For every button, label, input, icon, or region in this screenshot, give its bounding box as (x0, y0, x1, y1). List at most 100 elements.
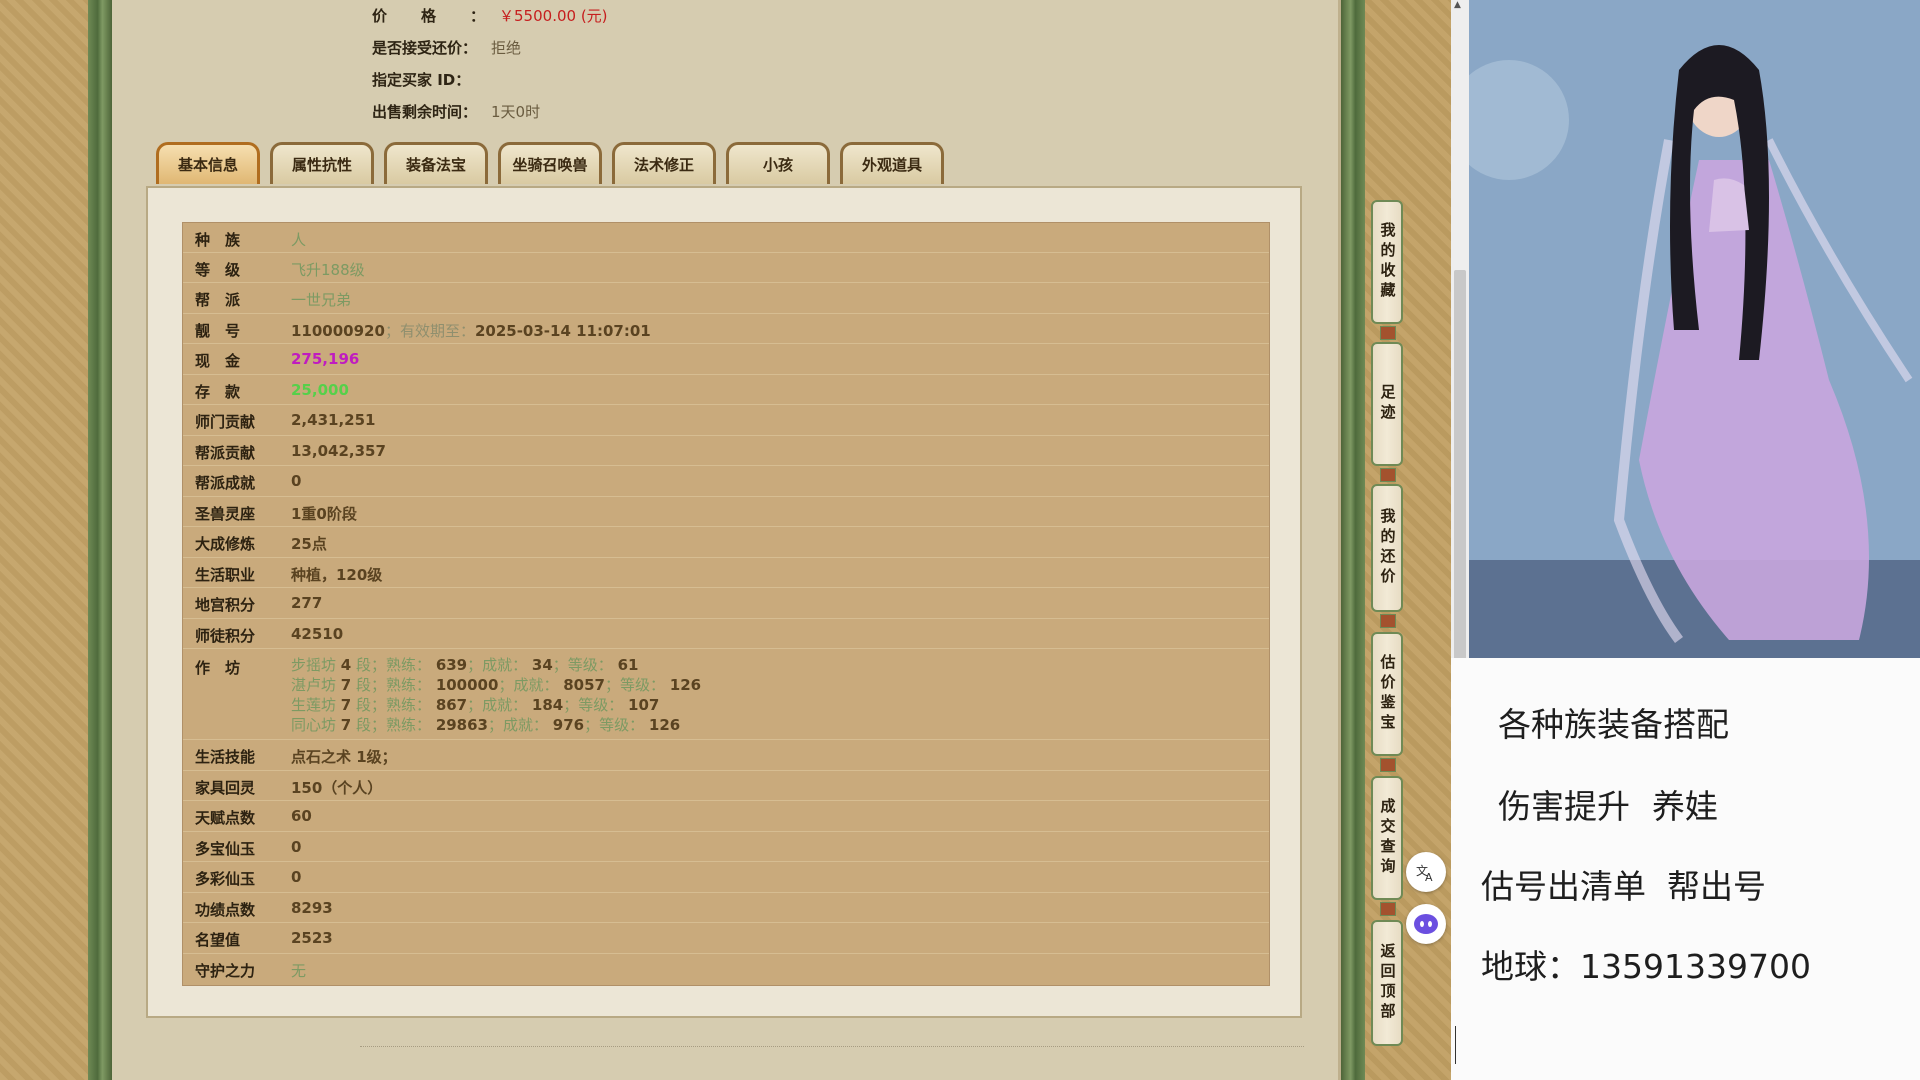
life-job-label: 生活职业 (195, 566, 256, 584)
right-border (1341, 0, 1365, 1080)
table-row: 帮 派 一世兄弟 (183, 283, 1269, 314)
side-menu-connector (1380, 326, 1396, 340)
counter-offer-label: 是否接受还价： (372, 39, 478, 57)
great-cultivation-value: 25点 (291, 535, 327, 553)
number-expiry: 2025-03-14 11:07:01 (474, 322, 651, 340)
table-row: 生活职业 种植，120级 (183, 558, 1269, 588)
side-menu-footprints[interactable]: 足迹 (1371, 342, 1403, 466)
merit-value: 8293 (291, 899, 333, 917)
furniture-label: 家具回灵 (195, 779, 256, 797)
counter-offer-value: 拒绝 (491, 39, 522, 57)
table-row: 种 族 人 (183, 223, 1269, 253)
deposit-label: 存 款 (195, 383, 241, 401)
side-menu-my-offers[interactable]: 我的还价 (1371, 484, 1403, 612)
tab-appearance[interactable]: 外观道具 (840, 142, 944, 184)
buyer-id-line: 指定买家 ID： (372, 69, 484, 90)
remaining-time-line: 出售剩余时间： 1天0时 (372, 101, 540, 122)
workshop-line: 生莲坊 7 段；熟练： 867；成就： 184；等级： 107 (291, 696, 660, 714)
table-row: 圣兽灵座 1重0阶段 (183, 497, 1269, 527)
ad-text-contact: 地球：13591339700 (1481, 947, 1811, 986)
side-menu-back-to-top-label: 返回顶部 (1378, 943, 1397, 1023)
table-row: 大成修炼 25点 (183, 527, 1269, 558)
life-job-value: 种植，120级 (291, 566, 383, 584)
beast-seat-value: 1重0阶段 (291, 505, 357, 523)
talent-label: 天赋点数 (195, 809, 256, 827)
life-skill-label: 生活技能 (195, 748, 256, 766)
tab-basic-info[interactable]: 基本信息 (156, 142, 260, 184)
table-row: 帮派贡献 13,042,357 (183, 436, 1269, 466)
race-label: 种 族 (195, 231, 241, 249)
left-background (0, 0, 88, 1080)
side-menu-connector (1380, 758, 1396, 772)
number-label: 靓 号 (195, 322, 241, 340)
side-menu-deals-label: 成交查询 (1378, 798, 1397, 878)
cash-label: 现 金 (195, 352, 241, 370)
tab-spell-mods[interactable]: 法术修正 (612, 142, 716, 184)
side-menu-connector (1380, 468, 1396, 482)
ad-text-help-sell: 帮出号 (1667, 867, 1766, 906)
side-menu-my-offers-label: 我的还价 (1378, 508, 1397, 588)
svg-text:A: A (1425, 871, 1433, 883)
table-row: 家具回灵 150（个人） (183, 771, 1269, 801)
merit-label: 功绩点数 (195, 901, 256, 919)
school-contrib-label: 师门贡献 (195, 413, 256, 431)
tab-attributes[interactable]: 属性抗性 (270, 142, 374, 184)
table-row: 守护之力 无 (183, 954, 1269, 985)
side-menu-deals[interactable]: 成交查询 (1371, 776, 1403, 900)
number-expiry-label: ；有效期至： (384, 322, 475, 340)
side-menu-favorites[interactable]: 我的收藏 (1371, 200, 1403, 324)
tab-children[interactable]: 小孩 (726, 142, 830, 184)
assistant-icon[interactable] (1406, 904, 1446, 944)
scroll-up-icon[interactable]: ▲ (1454, 0, 1461, 10)
prestige-label: 名望值 (195, 931, 241, 949)
counter-offer-line: 是否接受还价： 拒绝 (372, 37, 521, 58)
school-contrib-value: 2,431,251 (291, 411, 376, 429)
duocai-jade-value: 0 (291, 868, 302, 886)
scroll-thumb[interactable] (1454, 270, 1466, 660)
side-menu-back-to-top[interactable]: 返回顶部 (1371, 920, 1403, 1046)
ad-text-damage: 伤害提升 (1498, 787, 1630, 826)
table-row: 天赋点数 60 (183, 801, 1269, 832)
workshop-line: 湛卢坊 7 段；熟练： 100000；成就： 8057；等级： 126 (291, 676, 702, 694)
furniture-value: 150（个人） (291, 779, 383, 797)
side-menu-footprints-label: 足迹 (1378, 384, 1397, 424)
ad-text-equipment: 各种族装备搭配 (1498, 705, 1729, 744)
side-menu-connector (1380, 902, 1396, 916)
cash-value: 275,196 (291, 350, 360, 368)
master-points-label: 师徒积分 (195, 627, 256, 645)
price-value: ￥5500.00 (元) (499, 7, 608, 25)
translate-icon[interactable]: 文A (1406, 852, 1446, 892)
palace-points-label: 地宫积分 (195, 596, 256, 614)
number-id: 110000920 (291, 322, 385, 340)
left-border (88, 0, 112, 1080)
ad-text-valuation: 估号出清单 (1481, 867, 1646, 906)
text-caret (1455, 1026, 1456, 1064)
tab-mounts-pets[interactable]: 坐骑召唤兽 (498, 142, 602, 184)
tab-equipment[interactable]: 装备法宝 (384, 142, 488, 184)
ad-text-raise-kids: 养娃 (1652, 787, 1718, 826)
beast-seat-label: 圣兽灵座 (195, 505, 256, 523)
duobao-jade-value: 0 (291, 838, 302, 856)
remaining-time-value: 1天0时 (491, 103, 541, 121)
level-value: 飞升188级 (291, 261, 365, 279)
faction-label: 帮 派 (195, 291, 241, 309)
table-row: 帮派成就 0 (183, 466, 1269, 497)
table-row: 多彩仙玉 0 (183, 862, 1269, 893)
table-row: 师徒积分 42510 (183, 619, 1269, 649)
guardian-label: 守护之力 (195, 962, 256, 980)
price-label: 价格： (372, 7, 520, 25)
table-row: 等 级 飞升188级 (183, 253, 1269, 283)
remaining-time-label: 出售剩余时间： (372, 103, 478, 121)
gang-achieve-label: 帮派成就 (195, 474, 256, 492)
gang-achieve-value: 0 (291, 472, 302, 490)
great-cultivation-label: 大成修炼 (195, 535, 256, 553)
side-menu-favorites-label: 我的收藏 (1378, 222, 1397, 302)
guardian-value: 无 (291, 962, 307, 980)
side-menu-appraisal[interactable]: 估价鉴宝 (1371, 632, 1403, 756)
talent-value: 60 (291, 807, 312, 825)
palace-points-value: 277 (291, 594, 323, 612)
table-row: 现 金 275,196 (183, 344, 1269, 375)
duobao-jade-label: 多宝仙玉 (195, 840, 256, 858)
table-row: 功绩点数 8293 (183, 893, 1269, 923)
race-value: 人 (291, 231, 307, 249)
